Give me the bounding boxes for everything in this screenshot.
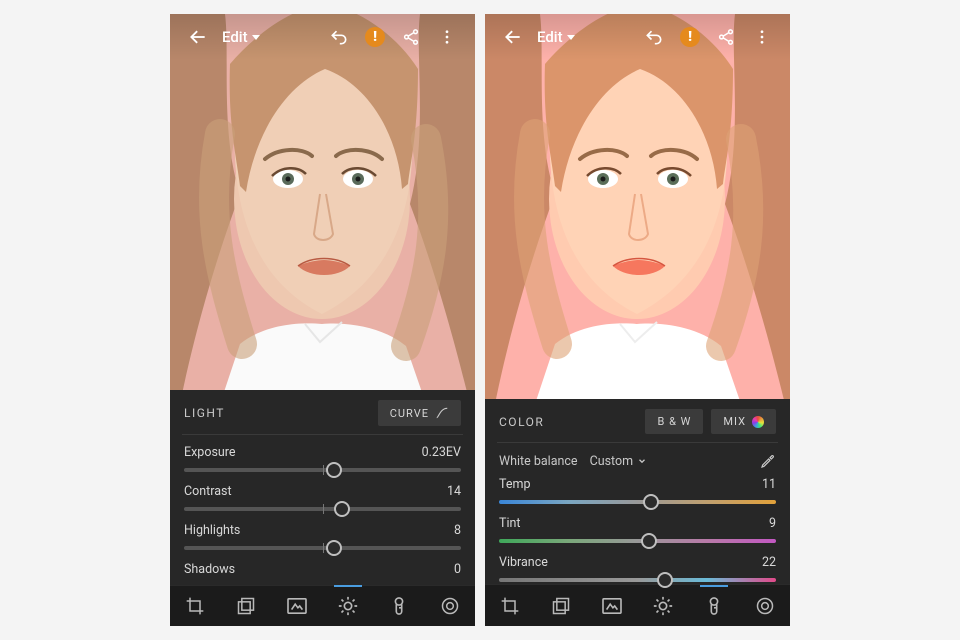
- white-balance-row: White balance Custom: [485, 443, 790, 473]
- back-icon[interactable]: [499, 23, 527, 51]
- highlights-row: Highlights 8: [170, 513, 475, 552]
- cloud-warning-icon[interactable]: !: [676, 23, 704, 51]
- vibrance-slider[interactable]: [499, 578, 776, 582]
- highlights-label: Highlights: [184, 523, 240, 538]
- slider-handle[interactable]: [643, 494, 659, 510]
- effects-tab-icon[interactable]: [747, 588, 783, 624]
- more-icon[interactable]: [433, 23, 461, 51]
- effects-tab-icon[interactable]: [432, 588, 468, 624]
- mix-button[interactable]: MIX: [711, 409, 776, 434]
- highlights-slider[interactable]: [184, 546, 461, 550]
- curve-button[interactable]: CURVE: [378, 400, 461, 426]
- color-wheel-icon: [752, 416, 764, 428]
- photo-preview[interactable]: [170, 14, 475, 390]
- more-icon[interactable]: [748, 23, 776, 51]
- photo-preview[interactable]: [485, 14, 790, 399]
- undo-icon[interactable]: [325, 23, 353, 51]
- panel-title: COLOR: [499, 415, 637, 429]
- slider-handle[interactable]: [334, 501, 350, 517]
- bw-button[interactable]: B & W: [645, 409, 703, 434]
- tint-value: 9: [769, 516, 776, 531]
- white-balance-label: White balance: [499, 454, 578, 469]
- slider-handle[interactable]: [326, 462, 342, 478]
- cloud-warning-icon[interactable]: !: [361, 23, 389, 51]
- caret-down-icon: [252, 35, 260, 40]
- chevron-down-icon: [637, 456, 647, 466]
- top-bar: Edit !: [170, 14, 475, 60]
- share-icon[interactable]: [712, 23, 740, 51]
- crop-tab-icon[interactable]: [177, 588, 213, 624]
- contrast-slider[interactable]: [184, 507, 461, 511]
- color-tab-icon[interactable]: [696, 588, 732, 624]
- auto-tab-icon[interactable]: [594, 588, 630, 624]
- mix-button-label: MIX: [723, 415, 746, 428]
- presets-tab-icon[interactable]: [543, 588, 579, 624]
- panel-header: COLOR B & W MIX: [485, 399, 790, 442]
- temp-slider[interactable]: [499, 500, 776, 504]
- tint-row: Tint 9: [485, 506, 790, 545]
- mode-label: Edit: [537, 28, 563, 46]
- temp-row: Temp 11: [485, 473, 790, 506]
- exposure-row: Exposure 0.23EV: [170, 435, 475, 474]
- vibrance-row: Vibrance 22: [485, 545, 790, 584]
- contrast-value: 14: [447, 484, 461, 499]
- tint-slider[interactable]: [499, 539, 776, 543]
- tint-label: Tint: [499, 516, 521, 531]
- highlights-value: 8: [454, 523, 461, 538]
- slider-handle[interactable]: [657, 572, 673, 588]
- back-icon[interactable]: [184, 23, 212, 51]
- warning-badge: !: [365, 27, 385, 47]
- eyedropper-icon[interactable]: [760, 453, 776, 469]
- shadows-value: 0: [454, 562, 461, 577]
- vibrance-label: Vibrance: [499, 555, 548, 570]
- light-panel: LIGHT CURVE Exposure 0.23EV: [170, 390, 475, 585]
- mode-dropdown[interactable]: Edit: [222, 28, 260, 46]
- warning-badge: !: [680, 27, 700, 47]
- undo-icon[interactable]: [640, 23, 668, 51]
- app-screen-light: Edit !: [170, 14, 475, 626]
- bottom-tabs: [170, 585, 475, 626]
- portrait-illustration: [170, 14, 475, 390]
- contrast-label: Contrast: [184, 484, 232, 499]
- auto-tab-icon[interactable]: [279, 588, 315, 624]
- panel-header: LIGHT CURVE: [170, 390, 475, 434]
- exposure-label: Exposure: [184, 445, 236, 460]
- contrast-row: Contrast 14: [170, 474, 475, 513]
- presets-tab-icon[interactable]: [228, 588, 264, 624]
- slider-handle[interactable]: [326, 540, 342, 556]
- temp-label: Temp: [499, 477, 530, 492]
- bottom-tabs: [485, 584, 790, 626]
- app-screen-color: Edit !: [485, 14, 790, 626]
- mode-dropdown[interactable]: Edit: [537, 28, 575, 46]
- curve-button-label: CURVE: [390, 407, 429, 420]
- caret-down-icon: [567, 35, 575, 40]
- light-tab-icon[interactable]: [330, 588, 366, 624]
- mode-label: Edit: [222, 28, 248, 46]
- bw-button-label: B & W: [657, 415, 691, 428]
- share-icon[interactable]: [397, 23, 425, 51]
- top-bar: Edit !: [485, 14, 790, 60]
- color-panel: COLOR B & W MIX White balance Custom: [485, 399, 790, 584]
- shadows-row: Shadows 0: [170, 552, 475, 585]
- slider-handle[interactable]: [641, 533, 657, 549]
- color-tab-icon[interactable]: [381, 588, 417, 624]
- shadows-label: Shadows: [184, 562, 235, 577]
- panel-title: LIGHT: [184, 406, 370, 420]
- light-tab-icon[interactable]: [645, 588, 681, 624]
- temp-value: 11: [762, 477, 776, 492]
- white-balance-value: Custom: [590, 454, 634, 469]
- curve-icon: [435, 406, 449, 420]
- vibrance-value: 22: [762, 555, 776, 570]
- exposure-value: 0.23EV: [422, 445, 461, 460]
- crop-tab-icon[interactable]: [492, 588, 528, 624]
- exposure-slider[interactable]: [184, 468, 461, 472]
- white-balance-select[interactable]: Custom: [590, 454, 648, 469]
- portrait-illustration: [485, 14, 790, 399]
